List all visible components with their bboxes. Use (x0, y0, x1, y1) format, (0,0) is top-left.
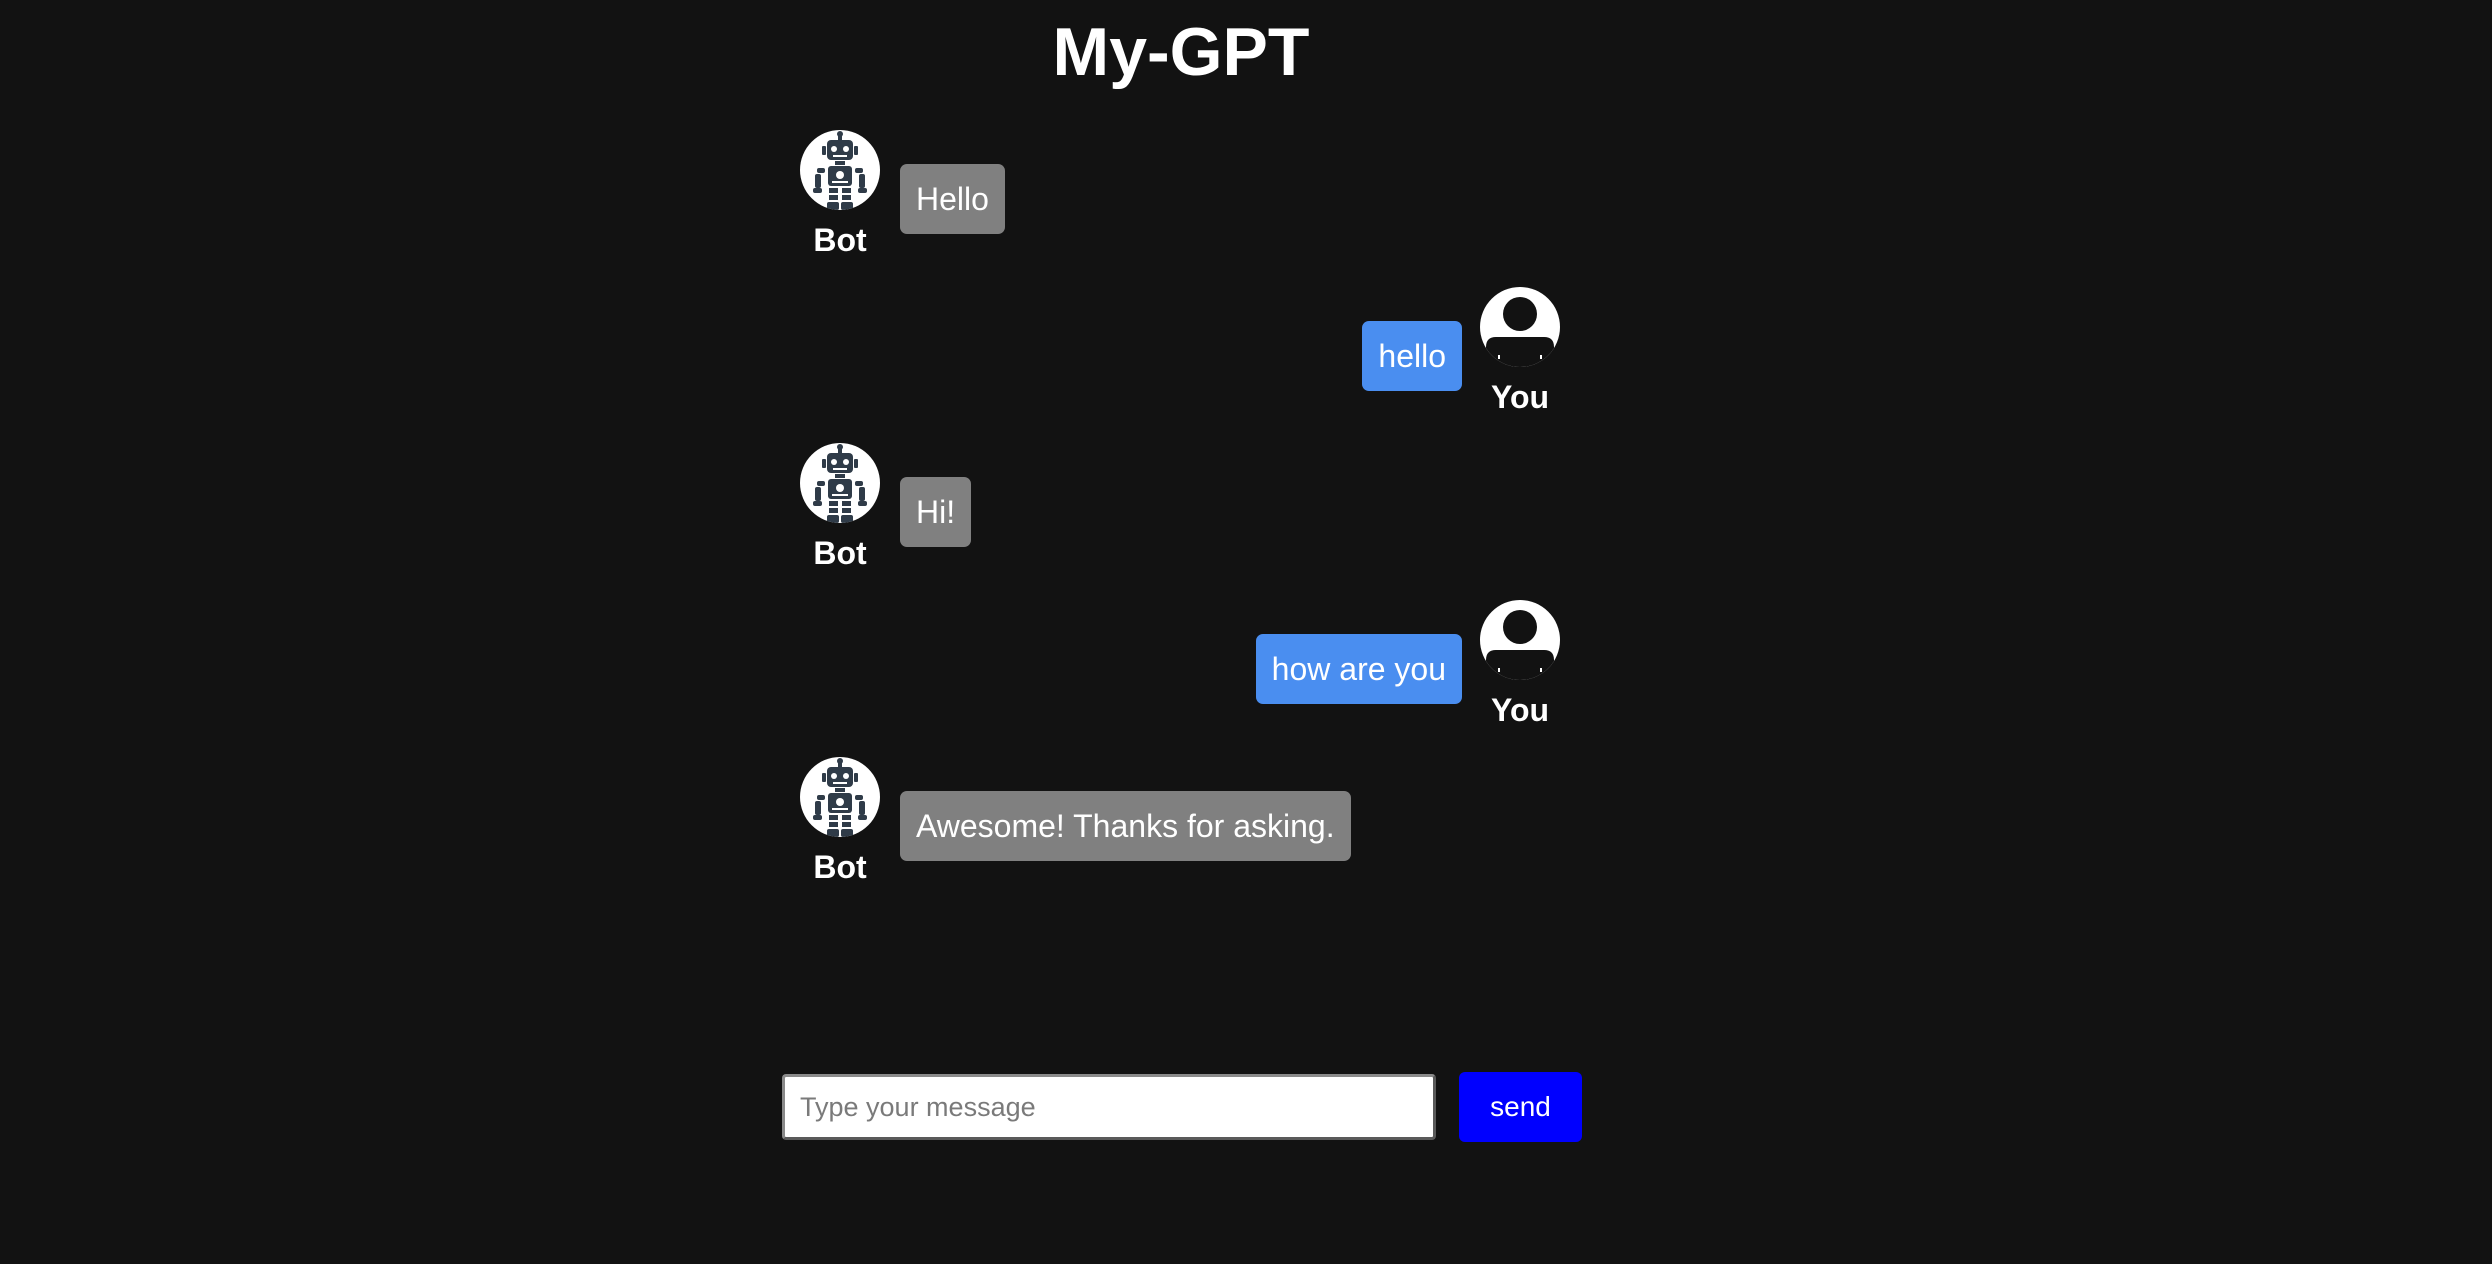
message-row-user: You how are you (798, 600, 1562, 750)
user-avatar-icon (1480, 287, 1560, 367)
user-avatar-block: You (1478, 600, 1562, 728)
user-message-bubble: how are you (1255, 634, 1462, 704)
message-row-bot: Bot Hi! (798, 443, 1562, 593)
page-title: My-GPT (1052, 14, 1310, 90)
message-composer: send (782, 1072, 1582, 1144)
message-row-bot: Bot Awesome! Thanks for asking. (798, 757, 1562, 907)
chat-page: My-GPT Bot Hello You hello Bot Hi! You h… (0, 0, 2492, 1264)
bot-message-bubble: Hello (900, 164, 1005, 234)
sender-name: Bot (813, 222, 867, 258)
robot-icon (800, 443, 880, 523)
user-avatar-block: You (1478, 287, 1562, 415)
sender-name: Bot (813, 535, 867, 571)
sender-name: You (1490, 379, 1550, 415)
robot-icon (800, 757, 880, 837)
sender-name: You (1490, 692, 1550, 728)
bot-avatar-block: Bot (798, 443, 882, 571)
bot-avatar-block: Bot (798, 757, 882, 885)
message-row-user: You hello (798, 287, 1562, 437)
message-row-bot: Bot Hello (798, 130, 1562, 280)
user-message-bubble: hello (1362, 321, 1462, 391)
bot-message-bubble: Awesome! Thanks for asking. (900, 791, 1351, 861)
message-input[interactable] (782, 1074, 1436, 1140)
user-avatar-icon (1480, 600, 1560, 680)
send-button[interactable]: send (1459, 1072, 1582, 1142)
bot-avatar-block: Bot (798, 130, 882, 258)
bot-message-bubble: Hi! (900, 477, 972, 547)
robot-icon (800, 130, 880, 210)
sender-name: Bot (813, 849, 867, 885)
